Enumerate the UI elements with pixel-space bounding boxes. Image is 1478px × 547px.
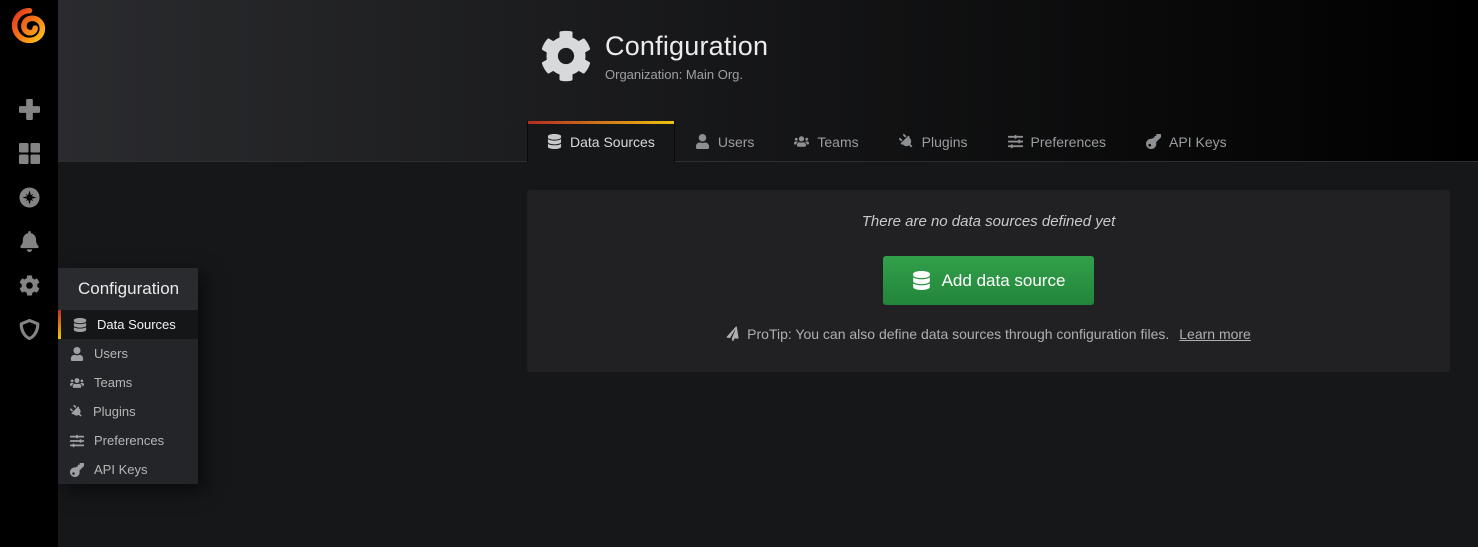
shield-icon	[19, 319, 40, 340]
sliders-icon	[1008, 134, 1023, 149]
tab-data-sources[interactable]: Data Sources	[527, 121, 675, 162]
dashboards-grid-icon	[19, 143, 40, 164]
key-icon	[70, 463, 84, 477]
tab-api-keys[interactable]: API Keys	[1126, 121, 1247, 162]
empty-state-message: There are no data sources defined yet	[862, 213, 1116, 230]
flyout-item-label: Teams	[94, 375, 132, 390]
flyout-item-data-sources[interactable]: Data Sources	[58, 310, 198, 339]
page-title-block: Configuration Organization: Main Org.	[540, 30, 768, 82]
sidebar-item-server-admin[interactable]	[0, 307, 58, 351]
tab-label: Preferences	[1031, 134, 1106, 150]
database-icon	[73, 318, 87, 332]
tab-preferences[interactable]: Preferences	[988, 121, 1126, 162]
sidebar-item-explore[interactable]	[0, 175, 58, 219]
page-header: Configuration Organization: Main Org. Da…	[58, 0, 1478, 162]
page-title: Configuration	[605, 31, 768, 62]
tab-label: Data Sources	[570, 134, 655, 150]
flyout-item-label: Preferences	[94, 433, 164, 448]
flyout-item-plugins[interactable]: Plugins	[58, 397, 198, 426]
add-data-source-button[interactable]: Add data source	[883, 256, 1095, 305]
bell-icon	[19, 231, 40, 252]
configuration-flyout-menu: Configuration Data Sources Users Teams P…	[58, 268, 198, 484]
sliders-icon	[70, 434, 84, 448]
user-icon	[695, 134, 710, 149]
protip: ProTip: You can also define data sources…	[726, 326, 1251, 342]
key-icon	[1146, 134, 1161, 149]
users-icon	[794, 134, 809, 149]
learn-more-link[interactable]: Learn more	[1179, 326, 1251, 342]
tab-label: Teams	[817, 134, 858, 150]
protip-text: ProTip: You can also define data sources…	[747, 326, 1169, 342]
empty-datasources-panel: There are no data sources defined yet Ad…	[527, 190, 1450, 372]
tab-bar: Data Sources Users Teams Plugins Prefere…	[527, 121, 1247, 162]
plug-icon	[67, 402, 85, 420]
plus-icon	[19, 99, 40, 120]
rocket-icon	[724, 326, 740, 342]
gear-icon	[19, 275, 40, 296]
flyout-item-label: Data Sources	[97, 317, 176, 332]
flyout-item-api-keys[interactable]: API Keys	[58, 455, 198, 484]
compass-icon	[19, 187, 40, 208]
tab-label: API Keys	[1169, 134, 1227, 150]
sidebar-item-create[interactable]	[0, 87, 58, 131]
database-icon	[547, 134, 562, 149]
plug-icon	[896, 131, 917, 152]
flyout-item-label: API Keys	[94, 462, 147, 477]
sidebar-item-alerting[interactable]	[0, 219, 58, 263]
flyout-item-preferences[interactable]: Preferences	[58, 426, 198, 455]
users-icon	[70, 376, 84, 390]
add-data-source-label: Add data source	[942, 271, 1066, 291]
tab-label: Plugins	[922, 134, 968, 150]
sidebar-nav	[0, 87, 58, 351]
sidebar-item-dashboards[interactable]	[0, 131, 58, 175]
flyout-item-label: Users	[94, 346, 128, 361]
flyout-menu-title[interactable]: Configuration	[58, 268, 198, 310]
sidebar	[0, 0, 58, 547]
grafana-logo[interactable]	[0, 3, 58, 47]
flyout-item-teams[interactable]: Teams	[58, 368, 198, 397]
page-subtitle: Organization: Main Org.	[605, 67, 768, 82]
flyout-item-label: Plugins	[93, 404, 136, 419]
database-icon	[912, 271, 931, 290]
tab-label: Users	[718, 134, 755, 150]
sidebar-item-configuration[interactable]	[0, 263, 58, 307]
flyout-item-users[interactable]: Users	[58, 339, 198, 368]
gear-icon	[540, 30, 592, 82]
tab-users[interactable]: Users	[675, 121, 775, 162]
user-icon	[70, 347, 84, 361]
tab-plugins[interactable]: Plugins	[879, 121, 988, 162]
grafana-app: Configuration Organization: Main Org. Da…	[0, 0, 1478, 547]
tab-teams[interactable]: Teams	[774, 121, 878, 162]
